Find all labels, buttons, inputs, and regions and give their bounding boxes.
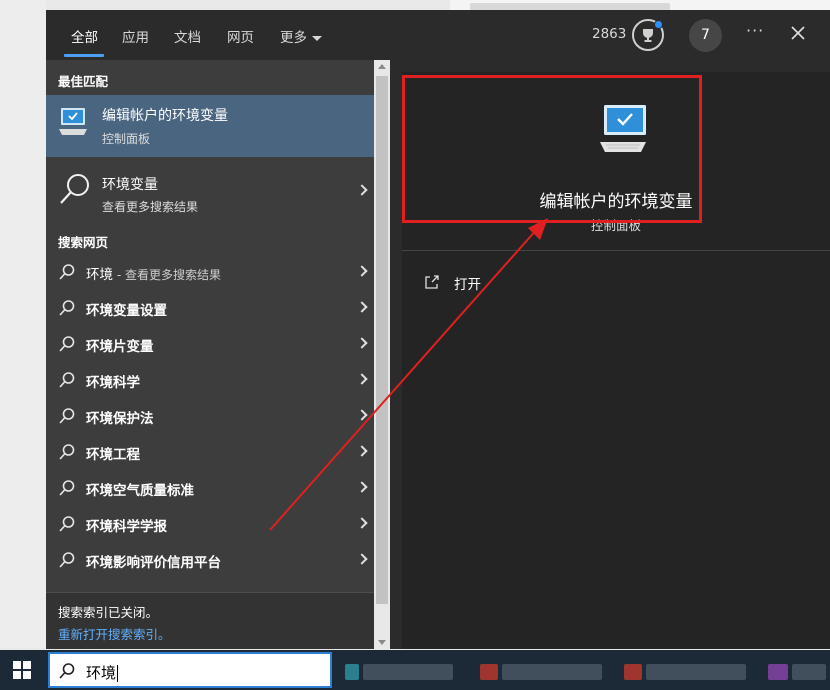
web-suggestion-label: 环境科学 (86, 375, 140, 391)
app-title-blur (363, 664, 453, 680)
chevron-right-icon (356, 481, 368, 493)
open-external-icon (425, 275, 439, 289)
search-query: 环境 (86, 662, 119, 683)
chevron-right-icon (356, 301, 368, 313)
results-scrollbar[interactable] (374, 60, 390, 649)
best-match-item[interactable]: 编辑帐户的环境变量 控制面板 (46, 95, 374, 157)
web-suggestion-label: 环境影响评价信用平台 (86, 555, 221, 571)
taskbar-app[interactable] (480, 654, 610, 686)
scroll-down-arrow-icon[interactable] (378, 640, 386, 645)
search-icon (59, 408, 75, 424)
chevron-right-icon (356, 409, 368, 421)
app-title-blur (792, 664, 826, 680)
open-button[interactable]: 打开 (424, 270, 544, 294)
computer-icon (59, 108, 87, 135)
search-icon (59, 480, 75, 496)
avatar[interactable]: 7 (689, 19, 722, 52)
chevron-right-icon (356, 337, 368, 349)
web-suggestion-label: 环境保护法 (86, 411, 154, 427)
rewards-button[interactable] (632, 19, 664, 51)
web-suggestion-item[interactable]: 环境影响评价信用平台 (46, 542, 374, 578)
search-query-text: 环境 (86, 664, 117, 682)
search-icon (59, 444, 75, 460)
best-match-heading: 最佳匹配 (58, 74, 109, 89)
web-suggestion-item[interactable]: 环境工程 (46, 434, 374, 470)
app-title-blur (646, 664, 746, 680)
chevron-down-icon (312, 35, 322, 41)
tab-more-label: 更多 (280, 30, 307, 46)
web-suggestion-item[interactable]: 环境空气质量标准 (46, 470, 374, 506)
web-suggestion-text: 环境 (86, 267, 113, 283)
taskbar-app[interactable] (768, 654, 828, 686)
app-icon (480, 664, 498, 680)
search-icon (59, 336, 75, 352)
rewards-points: 2863 (592, 26, 627, 42)
env-variables-item[interactable]: 环境变量 查看更多搜索结果 (46, 164, 374, 214)
web-suggestion-label: 环境科学学报 (86, 519, 167, 535)
search-icon (59, 552, 75, 568)
chevron-right-icon (356, 517, 368, 529)
web-suggestion-label: 环境变量设置 (86, 303, 167, 319)
chevron-right-icon (356, 184, 368, 196)
web-search-heading: 搜索网页 (58, 235, 109, 250)
taskbar-app[interactable] (624, 654, 754, 686)
annotation-highlight-box (402, 75, 702, 223)
web-suggestion-item[interactable]: 环境科学学报 (46, 506, 374, 542)
web-suggestion-label: 环境空气质量标准 (86, 483, 194, 499)
search-icon (59, 300, 75, 316)
scroll-thumb[interactable] (376, 76, 388, 604)
close-icon[interactable] (788, 23, 808, 43)
taskbar: 环境 (0, 650, 830, 690)
search-icon (60, 174, 89, 204)
chevron-right-icon (356, 265, 368, 277)
web-suggestion-item[interactable]: 环境片变量 (46, 326, 374, 362)
best-match-title: 编辑帐户的环境变量 (102, 108, 228, 124)
search-icon (59, 264, 75, 280)
app-icon (624, 664, 642, 680)
web-suggestion-item[interactable]: 环境保护法 (46, 398, 374, 434)
trophy-icon (643, 29, 653, 42)
tab-web[interactable]: 网页 (227, 26, 254, 46)
search-topbar: 全部 应用 文档 网页 更多 2863 7 ··· (46, 10, 830, 60)
text-cursor (117, 665, 119, 682)
taskbar-app[interactable] (345, 654, 465, 686)
web-suggestion-item[interactable]: 环境变量设置 (46, 290, 374, 326)
best-match-subtitle: 控制面板 (102, 132, 151, 146)
active-tab-indicator (64, 54, 104, 57)
results-list: 最佳匹配 编辑帐户的环境变量 控制面板 环境变量 查看更多搜索结果 搜索网页 环… (46, 60, 374, 649)
divider (402, 250, 830, 251)
app-icon (768, 664, 788, 680)
chevron-right-icon (356, 373, 368, 385)
tab-all[interactable]: 全部 (71, 26, 98, 46)
taskbar-search-input[interactable]: 环境 (48, 652, 332, 688)
index-off-notice: 搜索索引已关闭。 (58, 605, 159, 620)
web-suggestion-label: 环境 - 查看更多搜索结果 (86, 263, 221, 283)
chevron-right-icon (356, 553, 368, 565)
search-icon (59, 516, 75, 532)
tab-documents[interactable]: 文档 (174, 26, 201, 46)
scroll-up-arrow-icon[interactable] (378, 64, 386, 69)
search-icon (59, 663, 75, 679)
web-suggestion-suffix: - 查看更多搜索结果 (113, 268, 221, 282)
notification-dot (654, 20, 663, 29)
windows-start-icon[interactable] (12, 660, 32, 680)
web-suggestion-item[interactable]: 环境科学 (46, 362, 374, 398)
web-suggestion-label: 环境片变量 (86, 339, 154, 355)
search-icon (59, 372, 75, 388)
more-options-button[interactable]: ··· (746, 21, 764, 40)
app-icon (345, 664, 359, 680)
app-title-blur (502, 664, 602, 680)
env-variables-title: 环境变量 (102, 177, 158, 193)
web-suggestion-label: 环境工程 (86, 447, 140, 463)
tab-more[interactable]: 更多 (280, 26, 322, 46)
web-suggestion-item[interactable]: 环境 - 查看更多搜索结果 (46, 254, 374, 290)
open-label: 打开 (454, 277, 481, 293)
chevron-right-icon (356, 445, 368, 457)
reopen-index-link[interactable]: 重新打开搜索索引。 (58, 624, 171, 643)
tab-apps[interactable]: 应用 (122, 26, 149, 46)
background-window-left (0, 0, 46, 648)
env-variables-subtitle: 查看更多搜索结果 (102, 200, 199, 214)
